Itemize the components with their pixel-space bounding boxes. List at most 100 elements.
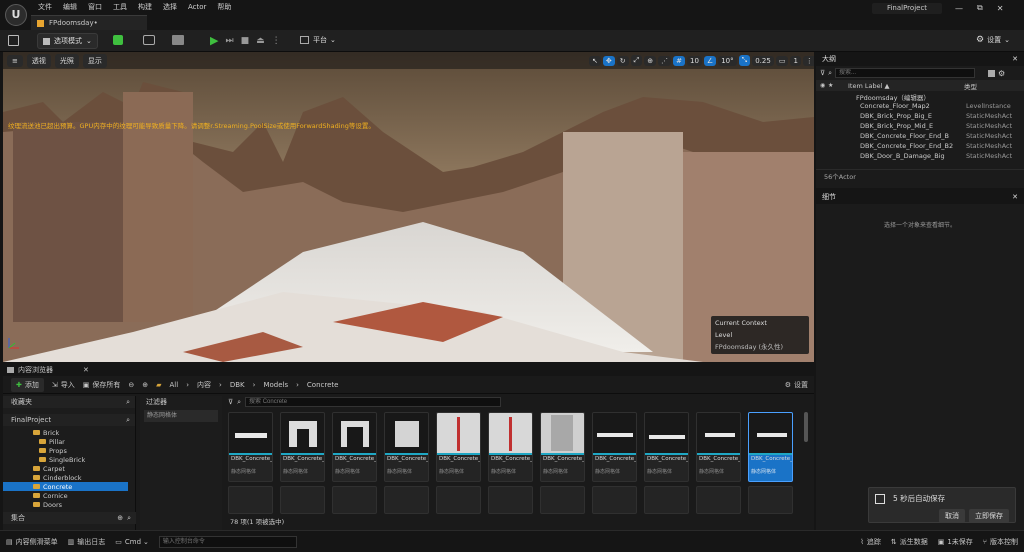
tree-folder[interactable]: Cinderblock — [3, 473, 128, 482]
step-icon[interactable]: ⏭ — [225, 36, 233, 46]
filter-icon[interactable]: ⊽ — [228, 398, 233, 406]
grid-snap-value[interactable]: 10 — [686, 55, 702, 66]
content-browser-tab[interactable]: 内容浏览器 ✕ — [3, 364, 814, 376]
menu-tools[interactable]: 工具 — [113, 2, 127, 12]
filter-static-mesh[interactable]: 静态网格体 — [144, 410, 218, 422]
trace-button[interactable]: ⌇ 追踪 — [860, 537, 880, 547]
menu-window[interactable]: 窗口 — [88, 2, 102, 12]
show-button[interactable]: 显示 — [82, 53, 107, 68]
asset-tile[interactable]: DBK_Concrete_Floor_Full静态网格体 — [228, 412, 273, 482]
search-icon[interactable]: ⌕ — [126, 398, 130, 407]
blueprint-icon[interactable] — [143, 35, 155, 45]
save-now-button[interactable]: 立即保存 — [969, 509, 1009, 523]
world-icon[interactable]: ⊕ — [644, 55, 657, 66]
settings-menu[interactable]: ⚙ 设置 ⌄ — [976, 35, 1010, 45]
rotate-icon[interactable]: ↻ — [616, 55, 629, 66]
perspective-button[interactable]: 透视 — [26, 53, 51, 68]
mode-select-button[interactable]: 选项模式 ⌄ — [37, 33, 98, 49]
platform-menu[interactable]: 平台 ⌄ — [300, 35, 336, 45]
breadcrumb-models[interactable]: Models — [263, 381, 288, 389]
outliner-row[interactable]: DBK_Brick_Prop_Mid_E StaticMeshAct — [816, 122, 1018, 132]
unsaved-button[interactable]: ▣ 1未保存 — [938, 537, 973, 547]
add-folder-icon[interactable] — [988, 69, 996, 77]
outliner-row[interactable]: DBK_Door_B_Damage_Big StaticMeshAct — [816, 152, 1018, 162]
pin-icon[interactable]: ★ — [828, 82, 836, 89]
collections-header[interactable]: 集合 ⊕ ⌕ — [3, 512, 136, 524]
play-icon[interactable]: ▶ — [210, 34, 218, 47]
tree-folder[interactable]: Carpet — [3, 464, 128, 473]
cinematics-icon[interactable] — [172, 35, 184, 45]
translate-icon[interactable]: ✥ — [602, 55, 615, 66]
outliner-row[interactable]: DBK_Concrete_Floor_End_B StaticMeshAct — [816, 132, 1018, 142]
asset-tile[interactable] — [644, 486, 689, 514]
output-log-button[interactable]: ▥ 输出日志 — [68, 537, 106, 547]
asset-tile[interactable] — [228, 486, 273, 514]
asset-tile[interactable]: DBK_Concrete_Corner_Toe静态网格体 — [488, 412, 533, 482]
asset-tile-selected[interactable]: DBK_Concrete_Floor_End_B静态网格体 — [748, 412, 793, 482]
scale-snap-icon[interactable]: ⤡ — [738, 55, 751, 66]
asset-tile[interactable] — [748, 486, 793, 514]
asset-tile[interactable] — [332, 486, 377, 514]
source-control-button[interactable]: ⑂ 版本控制 — [983, 537, 1018, 547]
close-icon[interactable]: ✕ — [1012, 55, 1018, 63]
close-icon[interactable]: ✕ — [83, 366, 89, 374]
rotation-snap-icon[interactable]: ∠ — [703, 55, 717, 66]
menu-edit[interactable]: 编辑 — [63, 2, 77, 12]
cb-settings-button[interactable]: ⚙ 设置 — [785, 380, 808, 390]
gear-icon[interactable]: ⚙ — [998, 69, 1005, 78]
derived-data-button[interactable]: ⇅ 派生数据 — [891, 537, 928, 547]
breadcrumb-dbk[interactable]: DBK — [230, 381, 245, 389]
outliner-row[interactable]: DBK_Brick_Prop_Big_E StaticMeshAct — [816, 112, 1018, 122]
search-icon[interactable]: ⌕ — [127, 514, 131, 523]
rotation-snap-value[interactable]: 10° — [718, 55, 737, 66]
scale-icon[interactable]: ⤢ — [630, 55, 643, 66]
asset-search-input[interactable] — [245, 397, 502, 407]
asset-tile[interactable]: DBK_Concrete_Wall_Door静态网格体 — [280, 412, 325, 482]
surface-snap-icon[interactable]: ⋰ — [658, 55, 672, 66]
asset-tile[interactable]: DBK_Concrete_Floor_90_A静态网格体 — [592, 412, 637, 482]
asset-tile[interactable]: DBK_Concrete_Corner_Top静态网格体 — [540, 412, 585, 482]
console-input[interactable] — [158, 535, 297, 548]
asset-tile[interactable]: DBK_Concrete_Corner静态网格体 — [436, 412, 481, 482]
asset-grid-scrollbar[interactable] — [804, 412, 808, 442]
level-viewport[interactable]: ≡ 透视 光照 显示 ↖ ✥ ↻ ⤢ ⊕ ⋰ # 10 ∠ 10° ⤡ 0.25… — [3, 52, 814, 362]
tree-folder[interactable]: Doors — [3, 500, 128, 509]
asset-tile[interactable] — [384, 486, 429, 514]
tree-folder[interactable]: Props — [3, 446, 128, 455]
viewport-menu-icon[interactable]: ≡ — [7, 54, 23, 67]
item-label-column[interactable]: Item Label ▲ — [836, 82, 964, 90]
asset-tile[interactable]: DBK_Concrete_Floor_End_A静态网格体 — [696, 412, 741, 482]
save-all-button[interactable]: ▣ 保存所有 — [83, 380, 121, 390]
grid-snap-icon[interactable]: # — [673, 55, 685, 66]
menu-build[interactable]: 构建 — [138, 2, 152, 12]
save-icon[interactable] — [8, 35, 19, 46]
visibility-icon[interactable]: ◉ — [820, 82, 828, 89]
type-column[interactable]: 类型 — [964, 81, 977, 91]
close-button[interactable]: ✕ — [997, 4, 1004, 13]
asset-tile[interactable] — [436, 486, 481, 514]
history-back-icon[interactable]: ⊖ — [128, 381, 134, 389]
select-icon[interactable]: ↖ — [589, 55, 601, 66]
unreal-logo-icon[interactable]: U — [5, 4, 27, 26]
search-icon[interactable]: ⌕ — [126, 416, 130, 425]
menu-help[interactable]: 帮助 — [217, 2, 231, 12]
favorites-header[interactable]: 收藏夹 ⌕ — [3, 396, 135, 408]
breadcrumb-content[interactable]: 内容 — [197, 380, 211, 390]
close-icon[interactable]: ✕ — [1012, 193, 1018, 201]
project-header[interactable]: FinalProject ⌕ — [3, 414, 135, 426]
tree-folder[interactable]: SingleBrick — [3, 455, 128, 464]
breadcrumb-concrete[interactable]: Concrete — [307, 381, 339, 389]
add-collection-icon[interactable]: ⊕ — [117, 514, 123, 522]
maximize-button[interactable]: ⧉ — [977, 3, 983, 13]
play-options-icon[interactable]: ⋮ — [272, 36, 281, 46]
camera-speed-icon[interactable]: ▭ — [775, 55, 789, 66]
filter-icon[interactable]: ⊽ — [820, 69, 825, 77]
outliner-row[interactable]: DBK_Concrete_Floor_End_B2 StaticMeshAct — [816, 142, 1018, 152]
level-tab[interactable]: FPdoomsday• — [31, 15, 147, 30]
camera-speed-value[interactable]: 1 — [790, 55, 801, 66]
tree-folder[interactable]: Pillar — [3, 437, 128, 446]
asset-tile[interactable] — [280, 486, 325, 514]
minimize-button[interactable]: — — [955, 4, 963, 13]
tree-folder-selected[interactable]: Concrete — [3, 482, 128, 491]
tree-folder[interactable]: Cornice — [3, 491, 128, 500]
